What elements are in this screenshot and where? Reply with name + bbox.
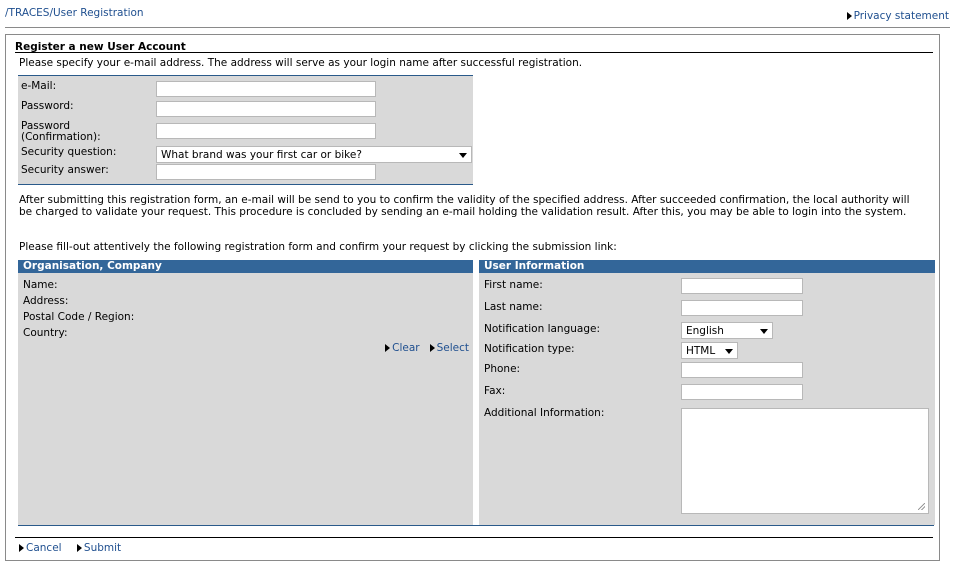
fax-label: Fax:	[484, 385, 506, 397]
privacy-statement-link[interactable]: Privacy statement	[846, 10, 949, 22]
first-name-label: First name:	[484, 279, 543, 291]
arrow-right-icon	[76, 544, 82, 552]
first-name-input[interactable]	[681, 278, 803, 294]
organisation-panel: Organisation, Company Name: Address: Pos…	[18, 260, 473, 525]
intro-text: Please specify your e-mail address. The …	[19, 57, 583, 69]
cancel-link-label[interactable]: Cancel	[26, 542, 62, 554]
organisation-panel-title: Organisation, Company	[18, 260, 473, 273]
fill-instruction: Please fill-out attentively the followin…	[19, 241, 617, 253]
password-label: Password:	[21, 100, 74, 112]
notification-language-label: Notification language:	[484, 323, 601, 335]
security-question-label: Security question:	[21, 146, 117, 158]
info-text: After submitting this registration form,…	[19, 194, 910, 218]
notification-type-label: Notification type:	[484, 343, 575, 355]
email-input[interactable]	[156, 81, 376, 97]
chevron-down-icon	[760, 329, 768, 334]
panels-bottom-divider	[18, 525, 934, 526]
security-answer-label: Security answer:	[21, 164, 109, 176]
notification-type-select[interactable]: HTML	[681, 342, 738, 359]
org-name-label: Name:	[23, 279, 58, 291]
password-confirm-label: Password (Confirmation):	[21, 121, 101, 143]
breadcrumb-current[interactable]: User Registration	[53, 7, 144, 19]
form-footer: Cancel Submit	[19, 542, 133, 554]
phone-label: Phone:	[484, 363, 521, 375]
password-confirm-input[interactable]	[156, 123, 376, 139]
footer-divider	[15, 537, 933, 538]
chevron-down-icon	[459, 153, 467, 158]
chevron-down-icon	[725, 349, 733, 354]
notification-type-value: HTML	[686, 345, 716, 357]
org-country-label: Country:	[23, 327, 68, 339]
password-input[interactable]	[156, 101, 376, 117]
select-link-label[interactable]: Select	[437, 342, 469, 354]
breadcrumb-root-link[interactable]: /TRACES/	[5, 7, 53, 19]
last-name-input[interactable]	[681, 300, 803, 316]
privacy-statement-label[interactable]: Privacy statement	[854, 10, 949, 22]
additional-info-label: Additional Information:	[484, 407, 605, 419]
org-postal-label: Postal Code / Region:	[23, 311, 135, 323]
resize-handle-icon[interactable]	[918, 503, 925, 510]
security-question-value: What brand was your first car or bike?	[161, 149, 362, 161]
top-bar: /TRACES/User Registration Privacy statem…	[0, 0, 955, 26]
submit-link-label[interactable]: Submit	[84, 542, 121, 554]
security-answer-input[interactable]	[156, 164, 376, 180]
notification-language-value: English	[686, 325, 724, 337]
arrow-right-icon	[19, 544, 24, 552]
org-actions: Clear Select	[385, 342, 469, 354]
top-divider	[5, 27, 950, 28]
security-question-select[interactable]: What brand was your first car or bike?	[156, 146, 472, 163]
arrow-right-icon	[846, 12, 852, 20]
cancel-link[interactable]: Cancel	[19, 542, 74, 554]
phone-input[interactable]	[681, 362, 803, 378]
password-confirm-label-line2: (Confirmation):	[21, 131, 101, 143]
additional-info-textarea[interactable]	[681, 408, 929, 514]
user-info-panel: User Information First name: Last name: …	[479, 260, 935, 525]
title-divider	[15, 52, 933, 53]
clear-link[interactable]: Clear	[385, 342, 420, 354]
org-address-label: Address:	[23, 295, 69, 307]
notification-language-select[interactable]: English	[681, 322, 773, 339]
arrow-right-icon	[429, 344, 435, 352]
select-link[interactable]: Select	[429, 342, 469, 354]
user-info-panel-title: User Information	[479, 260, 935, 273]
registration-form: Register a new User Account Please speci…	[5, 34, 940, 561]
account-section: e-Mail: Password: Password (Confirmation…	[18, 75, 473, 185]
clear-link-label[interactable]: Clear	[392, 342, 419, 354]
breadcrumb: /TRACES/User Registration	[5, 7, 144, 19]
fax-input[interactable]	[681, 384, 803, 400]
arrow-right-icon	[385, 344, 391, 352]
submit-link[interactable]: Submit	[76, 542, 133, 554]
email-label: e-Mail:	[21, 80, 57, 92]
last-name-label: Last name:	[484, 301, 543, 313]
